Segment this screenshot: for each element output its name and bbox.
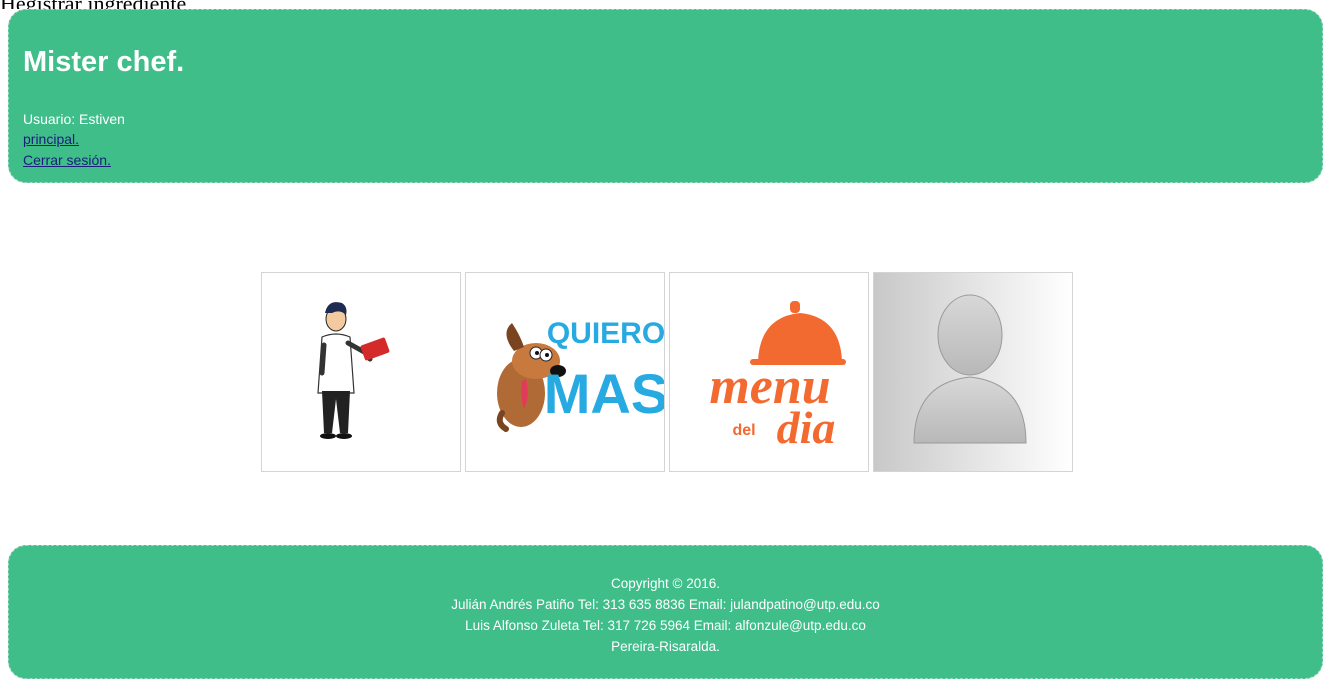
user-label: Usuario: Estiven — [23, 111, 125, 127]
user-avatar-icon — [874, 273, 1072, 471]
waiter-tile[interactable] — [261, 272, 461, 472]
quiero-text: QUIERO — [547, 317, 664, 350]
footer-text: Copyright © 2016. Julián Andrés Patiño T… — [9, 573, 1322, 657]
author-line-2: Luis Alfonso Zuleta Tel: 317 726 5964 Em… — [465, 618, 866, 633]
page-top-text: Hegistrar ingrediente — [0, 0, 220, 9]
dia-text: dia — [777, 402, 836, 453]
copyright-line: Copyright © 2016. — [610, 576, 720, 591]
quiero-mas-tile[interactable]: QUIERO MAS — [465, 272, 665, 472]
del-text: del — [732, 422, 755, 439]
header-panel: Mister chef. Usuario: Estiven principal.… — [8, 9, 1323, 183]
location-line: Pereira-Risaralda. — [611, 639, 720, 654]
principal-link[interactable]: principal. — [23, 129, 79, 149]
author-line-1: Julián Andrés Patiño Tel: 313 635 8836 E… — [451, 597, 880, 612]
site-title: Mister chef. — [23, 46, 185, 78]
waiter-icon — [317, 302, 390, 439]
logout-link[interactable]: Cerrar sesión. — [23, 150, 111, 170]
menu-del-dia-icon: menu del dia — [709, 301, 846, 453]
profile-tile[interactable] — [873, 272, 1073, 472]
footer-panel: Copyright © 2016. Julián Andrés Patiño T… — [8, 545, 1323, 679]
dog-quiero-mas-icon: QUIERO MAS — [496, 317, 664, 432]
menu-del-dia-tile[interactable]: menu del dia — [669, 272, 869, 472]
mas-text: MAS — [544, 362, 664, 425]
